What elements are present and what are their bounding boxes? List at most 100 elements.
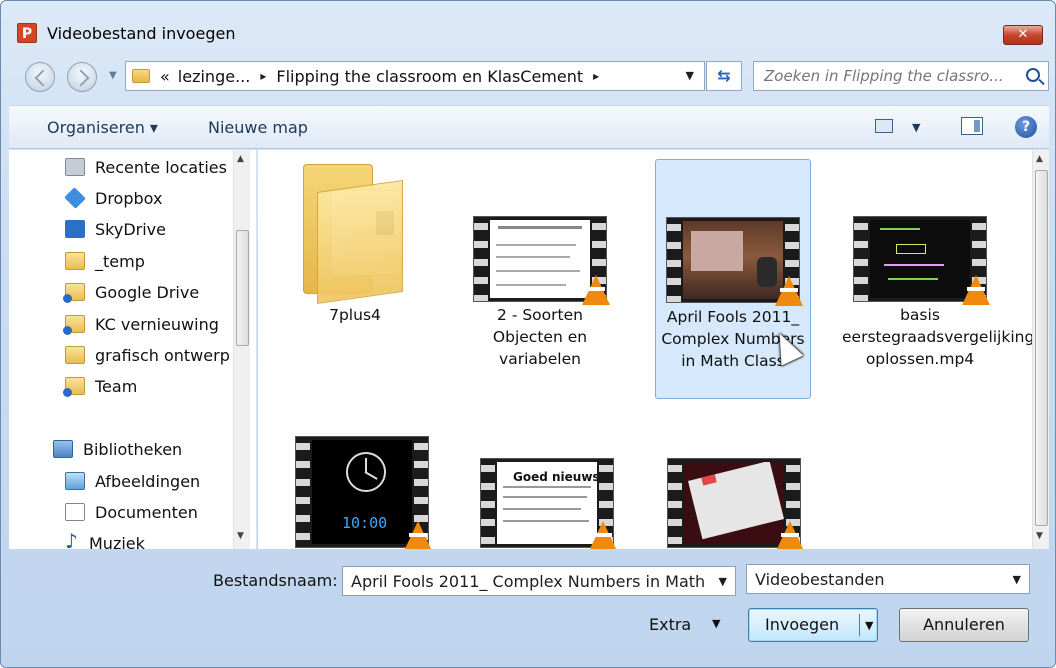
filename-combobox[interactable]: April Fools 2011_ Complex Numbers in Mat… [342, 566, 736, 596]
nav-item-kc-vernieuwing[interactable]: KC vernieuwing [63, 312, 219, 336]
nav-item-label: SkyDrive [95, 219, 166, 239]
navigation-pane: Recente locaties Dropbox SkyDrive _temp … [9, 150, 257, 549]
shared-folder-icon [63, 315, 85, 335]
file-item[interactable]: 10:00 [277, 428, 433, 549]
folder-icon [65, 346, 85, 364]
video-thumbnail [663, 428, 804, 549]
breadcrumb-separator[interactable]: ▸ [260, 69, 266, 83]
filename-label: Bestandsnaam: [213, 571, 338, 590]
folder-thumbnail [285, 158, 425, 305]
view-options-dropdown[interactable]: ▼ [912, 121, 920, 134]
file-name: basis eerstegraadsvergelijking oplossen.… [842, 306, 1035, 368]
nav-item-temp[interactable]: _temp [65, 249, 145, 273]
scroll-up-arrow[interactable]: ▲ [1036, 154, 1043, 164]
preview-pane-icon[interactable] [961, 117, 983, 135]
nav-item-label: Muziek [89, 533, 145, 550]
chevron-down-icon[interactable]: ▼ [719, 575, 727, 588]
nav-item-label: KC vernieuwing [95, 314, 219, 334]
slide-title: Goed nieuws: [513, 470, 597, 484]
nav-item-label: Recente locaties [95, 157, 227, 177]
recent-places-icon [65, 158, 85, 176]
video-thumbnail: Goed nieuws: [470, 428, 617, 549]
tools-dropdown-icon[interactable]: ▼ [712, 617, 720, 630]
address-history-dropdown[interactable]: ▼ [686, 69, 694, 82]
recent-pages-dropdown[interactable]: ▼ [109, 70, 117, 81]
help-icon[interactable]: ? [1015, 116, 1037, 138]
forward-button[interactable] [67, 62, 97, 92]
nav-item-label: Google Drive [95, 282, 200, 302]
video-thumbnail [663, 160, 803, 306]
video-thumbnail: 10:00 [285, 428, 432, 549]
insert-options-dropdown[interactable]: ▼ [865, 610, 873, 642]
vlc-icon [589, 521, 617, 549]
dialog-footer: Bestandsnaam: April Fools 2011_ Complex … [9, 549, 1049, 661]
content-scrollbar[interactable]: ▲ ▼ [1032, 150, 1049, 549]
nav-item-dropbox[interactable]: Dropbox [64, 186, 163, 210]
change-view-icon[interactable] [875, 119, 893, 133]
insert-button-label: Invoegen [765, 615, 840, 634]
cancel-button[interactable]: Annuleren [899, 608, 1029, 642]
skydrive-icon [65, 220, 85, 238]
file-type-value[interactable]: Videobestanden [755, 570, 885, 589]
nav-item-grafisch-ontwerp[interactable]: grafisch ontwerp [65, 343, 230, 367]
search-icon[interactable] [1026, 68, 1040, 82]
scroll-thumb[interactable] [236, 230, 249, 346]
nav-item-label: _temp [95, 251, 145, 271]
breadcrumb-segment[interactable]: lezinge... [178, 67, 251, 86]
organize-menu[interactable]: Organiseren ▾ [47, 118, 158, 137]
vlc-icon [404, 521, 432, 549]
nav-item-team[interactable]: Team [63, 374, 138, 398]
nav-item-pictures[interactable]: Afbeeldingen [65, 469, 200, 493]
dropbox-icon [64, 187, 86, 209]
nav-item-documents[interactable]: Documenten [65, 500, 198, 524]
nav-item-libraries[interactable]: Bibliotheken [53, 437, 182, 461]
libraries-icon [53, 440, 73, 458]
nav-item-skydrive[interactable]: SkyDrive [65, 217, 166, 241]
nav-item-music[interactable]: Muziek [65, 529, 145, 550]
close-button[interactable]: ✕ [1003, 25, 1043, 45]
breadcrumb-segment[interactable]: Flipping the classroom en KlasCement [276, 67, 583, 86]
nav-item-recent-places[interactable]: Recente locaties [65, 155, 227, 179]
nav-item-label: Bibliotheken [83, 439, 183, 459]
tools-menu[interactable]: Extra [649, 615, 691, 634]
file-item[interactable]: basis eerstegraadsvergelijking oplossen.… [842, 158, 1035, 398]
vlc-icon [776, 521, 804, 549]
breadcrumb-separator[interactable]: ▸ [593, 69, 599, 83]
nav-item-label: Dropbox [95, 188, 163, 208]
new-folder-button[interactable]: Nieuwe map [208, 118, 308, 137]
chevron-down-icon[interactable]: ▼ [1013, 573, 1021, 586]
file-name: 2 - Soorten Objecten en variabelen [492, 306, 588, 368]
search-input[interactable] [764, 67, 1014, 85]
nav-scrollbar[interactable]: ▲ ▼ [233, 150, 250, 549]
clock-readout: 10:00 [342, 514, 388, 532]
search-box[interactable] [753, 61, 1049, 91]
nav-item-google-drive[interactable]: Google Drive [63, 280, 200, 304]
scroll-down-arrow[interactable]: ▼ [237, 531, 244, 541]
back-button[interactable] [25, 62, 55, 92]
file-item[interactable]: Goed nieuws: [462, 428, 618, 549]
scroll-thumb[interactable] [1035, 170, 1048, 526]
insert-video-dialog: P Videobestand invoegen ✕ ▼ « lezinge...… [0, 0, 1056, 668]
address-overflow[interactable]: « [160, 67, 170, 86]
file-item[interactable]: 7plus4 [277, 158, 433, 358]
refresh-button[interactable]: ⇆ [706, 61, 742, 91]
file-item[interactable] [655, 428, 811, 549]
nav-item-label: grafisch ontwerp [95, 345, 230, 365]
dialog-title: Videobestand invoegen [47, 24, 236, 43]
video-thumbnail [850, 158, 990, 305]
shared-folder-icon [63, 283, 85, 303]
address-bar[interactable]: « lezinge... ▸ Flipping the classroom en… [125, 61, 705, 91]
nav-item-label: Team [95, 376, 138, 396]
file-type-select[interactable]: Videobestanden ▼ [746, 564, 1030, 594]
insert-button[interactable]: Invoegen ▼ [748, 608, 878, 642]
scroll-down-arrow[interactable]: ▼ [1036, 531, 1043, 541]
vlc-icon [775, 276, 803, 306]
file-item[interactable]: 2 - Soorten Objecten en variabelen [462, 158, 618, 368]
music-icon [65, 529, 79, 549]
documents-icon [65, 503, 85, 521]
shared-folder-icon [63, 377, 85, 397]
scroll-up-arrow[interactable]: ▲ [237, 154, 244, 164]
file-item-selected[interactable]: April Fools 2011_ Complex Numbers in Mat… [655, 159, 811, 399]
filename-value[interactable]: April Fools 2011_ Complex Numbers in Mat… [351, 572, 705, 591]
nav-item-label: Afbeeldingen [95, 471, 201, 491]
